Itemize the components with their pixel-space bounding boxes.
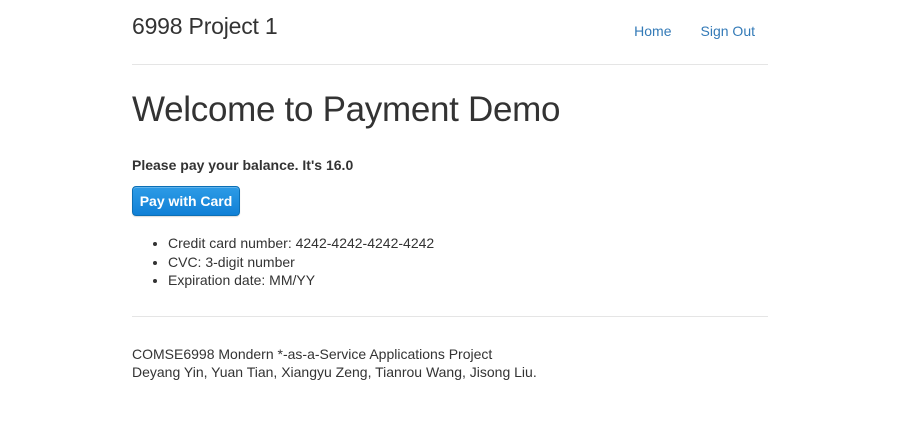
sign-out-link[interactable]: Sign Out bbox=[701, 23, 755, 39]
brand-title: 6998 Project 1 bbox=[132, 13, 278, 39]
card-info-list: Credit card number: 4242-4242-4242-4242 … bbox=[132, 234, 434, 290]
nav-item-home[interactable]: Home bbox=[634, 22, 671, 40]
header: 6998 Project 1 Home Sign Out bbox=[132, 0, 768, 65]
footer-course-text: COMSE6998 Mondern *-as-a-Service Applica… bbox=[132, 346, 493, 362]
footer-authors-text: Deyang Yin, Yuan Tian, Xiangyu Zeng, Tia… bbox=[132, 364, 537, 380]
list-item: Credit card number: 4242-4242-4242-4242 bbox=[168, 234, 434, 253]
footer-divider bbox=[132, 316, 768, 317]
list-item: Expiration date: MM/YY bbox=[168, 271, 434, 290]
balance-text: Please pay your balance. It's 16.0 bbox=[132, 157, 354, 173]
page-container: 6998 Project 1 Home Sign Out Welcome to … bbox=[132, 0, 768, 380]
pay-with-card-button[interactable]: Pay with Card bbox=[132, 186, 240, 216]
list-item: CVC: 3-digit number bbox=[168, 253, 434, 272]
footer: COMSE6998 Mondern *-as-a-Service Applica… bbox=[132, 345, 537, 381]
nav-item-sign-out[interactable]: Sign Out bbox=[701, 22, 755, 40]
nav-menu: Home Sign Out bbox=[605, 22, 755, 40]
home-link[interactable]: Home bbox=[634, 23, 671, 39]
page-title: Welcome to Payment Demo bbox=[132, 90, 561, 129]
